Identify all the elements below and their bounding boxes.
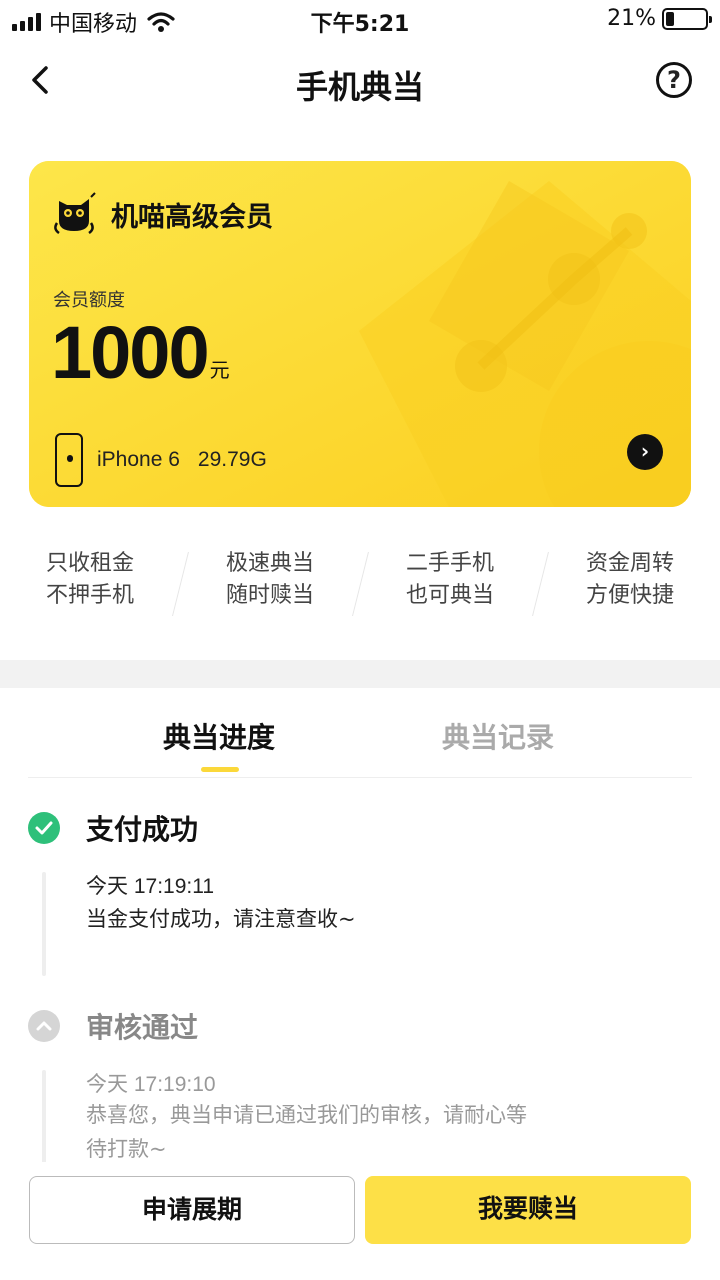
feature-list: 只收租金 不押手机 极速典当 随时赎当 二手手机 也可典当 资金周转 方便快捷 [0, 548, 720, 628]
feature-line2: 随时赎当 [225, 583, 314, 608]
apply-extension-button[interactable]: 申请展期 [29, 1176, 355, 1244]
tab-pawn-records[interactable]: 典当记录 [442, 716, 554, 756]
step-title: 审核通过 [86, 1011, 199, 1044]
phone-storage: 29.79G [197, 448, 267, 471]
feature-line1: 极速典当 [225, 551, 314, 576]
card-header: 机喵高级会员 [51, 191, 273, 237]
feature-line1: 只收租金 [45, 551, 134, 576]
member-card[interactable]: 机喵高级会员 会员额度 1000 元 iPhone 6 29.79G › [29, 161, 691, 507]
chevron-right-icon: › [640, 439, 650, 463]
timeline-line [42, 1070, 46, 1162]
bottom-action-bar: 申请展期 我要赎当 [0, 1162, 720, 1280]
quota-label: 会员额度 [53, 290, 125, 311]
phone-model: iPhone 6 [97, 448, 180, 471]
card-title: 机喵高级会员 [111, 201, 273, 233]
question-circle-icon: ? [667, 66, 681, 94]
nav-bar: 手机典当 ? [0, 48, 720, 114]
quota-unit: 元 [209, 358, 230, 382]
chevron-up-circle-icon [28, 1010, 60, 1042]
feature-item: 二手手机 也可典当 [360, 548, 540, 628]
section-divider [0, 660, 720, 688]
cat-logo-icon [54, 192, 96, 235]
card-arrow-button[interactable]: › [627, 434, 663, 470]
progress-timeline: 支付成功 今天 17:19:11 当金支付成功，请注意查收~ 审核通过 今天 1… [0, 790, 720, 1162]
quota-row: 1000 元 [51, 311, 230, 395]
feature-line2: 方便快捷 [585, 583, 674, 608]
redeem-button[interactable]: 我要赎当 [365, 1176, 691, 1244]
battery-icon [662, 7, 712, 30]
timeline-line [42, 872, 46, 976]
check-circle-icon [28, 812, 60, 844]
step-time: 今天 17:19:11 [86, 875, 215, 898]
quota-value: 1000 [51, 311, 210, 394]
status-right: 21% [607, 6, 712, 31]
tab-indicator [201, 767, 239, 772]
tab-pawn-progress[interactable]: 典当进度 [163, 716, 275, 756]
step-desc: 恭喜您，典当申请已通过我们的审核，请耐心等待打款~ [86, 1103, 527, 1161]
feature-line1: 二手手机 [405, 551, 494, 576]
tab-bar: 典当进度 典当记录 [28, 688, 692, 778]
help-button[interactable]: ? [656, 62, 692, 98]
phone-icon [55, 433, 83, 487]
feature-line2: 不押手机 [45, 583, 134, 608]
status-bar: 中国移动 下午5:21 21% [0, 0, 720, 40]
feature-line2: 也可典当 [405, 583, 494, 608]
page-title: 手机典当 [295, 68, 424, 106]
feature-item: 只收租金 不押手机 [0, 548, 180, 628]
step-desc: 当金支付成功，请注意查收~ [86, 907, 356, 931]
step-time: 今天 17:19:10 [86, 1073, 216, 1096]
battery-percent: 21% [607, 6, 656, 31]
battery-fill [666, 11, 674, 26]
feature-item: 极速典当 随时赎当 [180, 548, 360, 628]
step-title: 支付成功 [86, 813, 199, 846]
feature-item: 资金周转 方便快捷 [540, 548, 720, 628]
feature-line1: 资金周转 [585, 551, 674, 576]
phone-info: iPhone 6 29.79G [55, 433, 267, 487]
